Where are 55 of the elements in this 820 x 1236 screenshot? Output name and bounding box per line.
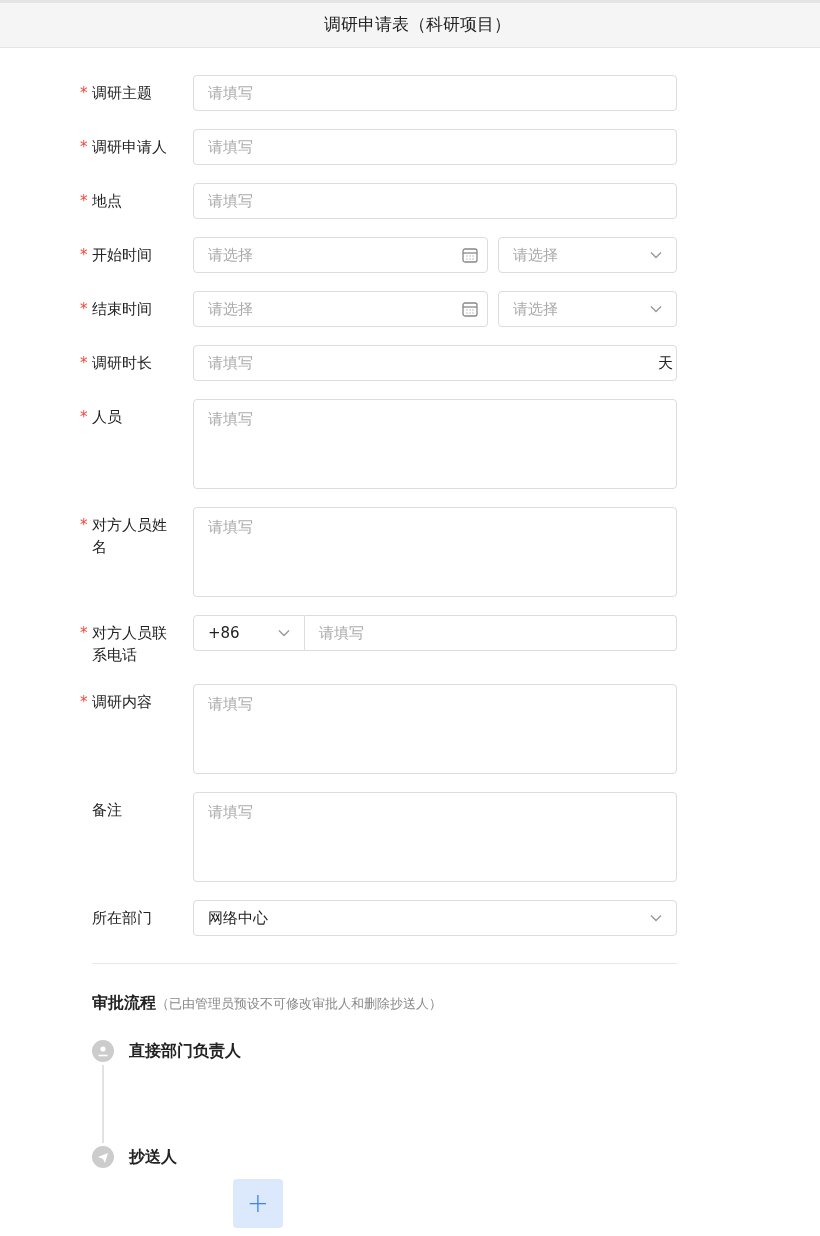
text-input-field[interactable]: 请填写 bbox=[193, 129, 677, 165]
field-label: 调研时长 bbox=[92, 353, 153, 374]
field-label: 人员 bbox=[92, 407, 123, 428]
phone-input-field[interactable]: 请填写 bbox=[305, 615, 677, 651]
select-placeholder: 请选择 bbox=[513, 298, 559, 320]
country-code-select[interactable]: +86 bbox=[193, 615, 305, 651]
required-asterisk: * bbox=[80, 623, 88, 644]
required-asterisk: * bbox=[80, 137, 88, 158]
required-asterisk: * bbox=[80, 245, 88, 266]
required-asterisk: * bbox=[80, 299, 88, 320]
textarea-field[interactable]: 请填写 bbox=[193, 684, 677, 774]
field-label: 调研内容 bbox=[92, 692, 153, 713]
department-select[interactable]: 网络中心 bbox=[193, 900, 677, 936]
add-recipient-button[interactable]: + bbox=[233, 1179, 283, 1228]
text-input-field[interactable]: 请填写 bbox=[193, 75, 677, 111]
step-label: 抄送人 bbox=[129, 1146, 177, 1168]
time-select-field[interactable]: 请选择 bbox=[498, 291, 677, 327]
calendar-icon bbox=[462, 247, 478, 263]
required-asterisk: * bbox=[80, 353, 88, 374]
field-label: 调研申请人 bbox=[92, 137, 168, 158]
textarea-field[interactable]: 请填写 bbox=[193, 792, 677, 882]
chevron-down-icon bbox=[650, 251, 662, 259]
text-input-field[interactable]: 请填写 bbox=[193, 183, 677, 219]
chevron-down-icon bbox=[650, 305, 662, 313]
select-placeholder: 请选择 bbox=[513, 244, 559, 266]
paper-plane-icon bbox=[92, 1146, 114, 1168]
section-title: 审批流程 bbox=[92, 992, 156, 1014]
field-label: 地点 bbox=[92, 191, 123, 212]
date-picker-field[interactable]: 请选择 bbox=[193, 291, 488, 327]
page-title: 调研申请表（科研项目） bbox=[322, 13, 511, 37]
field-label: 调研主题 bbox=[92, 83, 153, 104]
field-label: 结束时间 bbox=[92, 299, 153, 320]
field-label: 对方人员联系电话 bbox=[92, 623, 168, 666]
unit-label: 天 bbox=[658, 353, 673, 374]
required-asterisk: * bbox=[80, 407, 88, 428]
required-asterisk: * bbox=[80, 83, 88, 104]
section-note: （已由管理员预设不可修改审批人和删除抄送人） bbox=[156, 995, 442, 1013]
required-asterisk: * bbox=[80, 191, 88, 212]
date-picker-field[interactable]: 请选择 bbox=[193, 237, 488, 273]
required-asterisk: * bbox=[80, 515, 88, 536]
step-label: 直接部门负责人 bbox=[129, 1040, 241, 1062]
chevron-down-icon bbox=[650, 914, 662, 922]
field-label: 对方人员姓名 bbox=[92, 515, 168, 558]
person-icon bbox=[92, 1040, 114, 1062]
field-label: 开始时间 bbox=[92, 245, 153, 266]
select-value: 网络中心 bbox=[208, 907, 269, 929]
field-label: 备注 bbox=[92, 800, 123, 821]
chevron-down-icon bbox=[278, 629, 290, 637]
textarea-field[interactable]: 请填写 bbox=[193, 507, 677, 597]
country-code: +86 bbox=[208, 622, 241, 644]
calendar-icon bbox=[462, 301, 478, 317]
required-asterisk: * bbox=[80, 692, 88, 713]
textarea-field[interactable]: 请填写 bbox=[193, 399, 677, 489]
field-label: 所在部门 bbox=[92, 908, 153, 929]
time-select-field[interactable]: 请选择 bbox=[498, 237, 677, 273]
